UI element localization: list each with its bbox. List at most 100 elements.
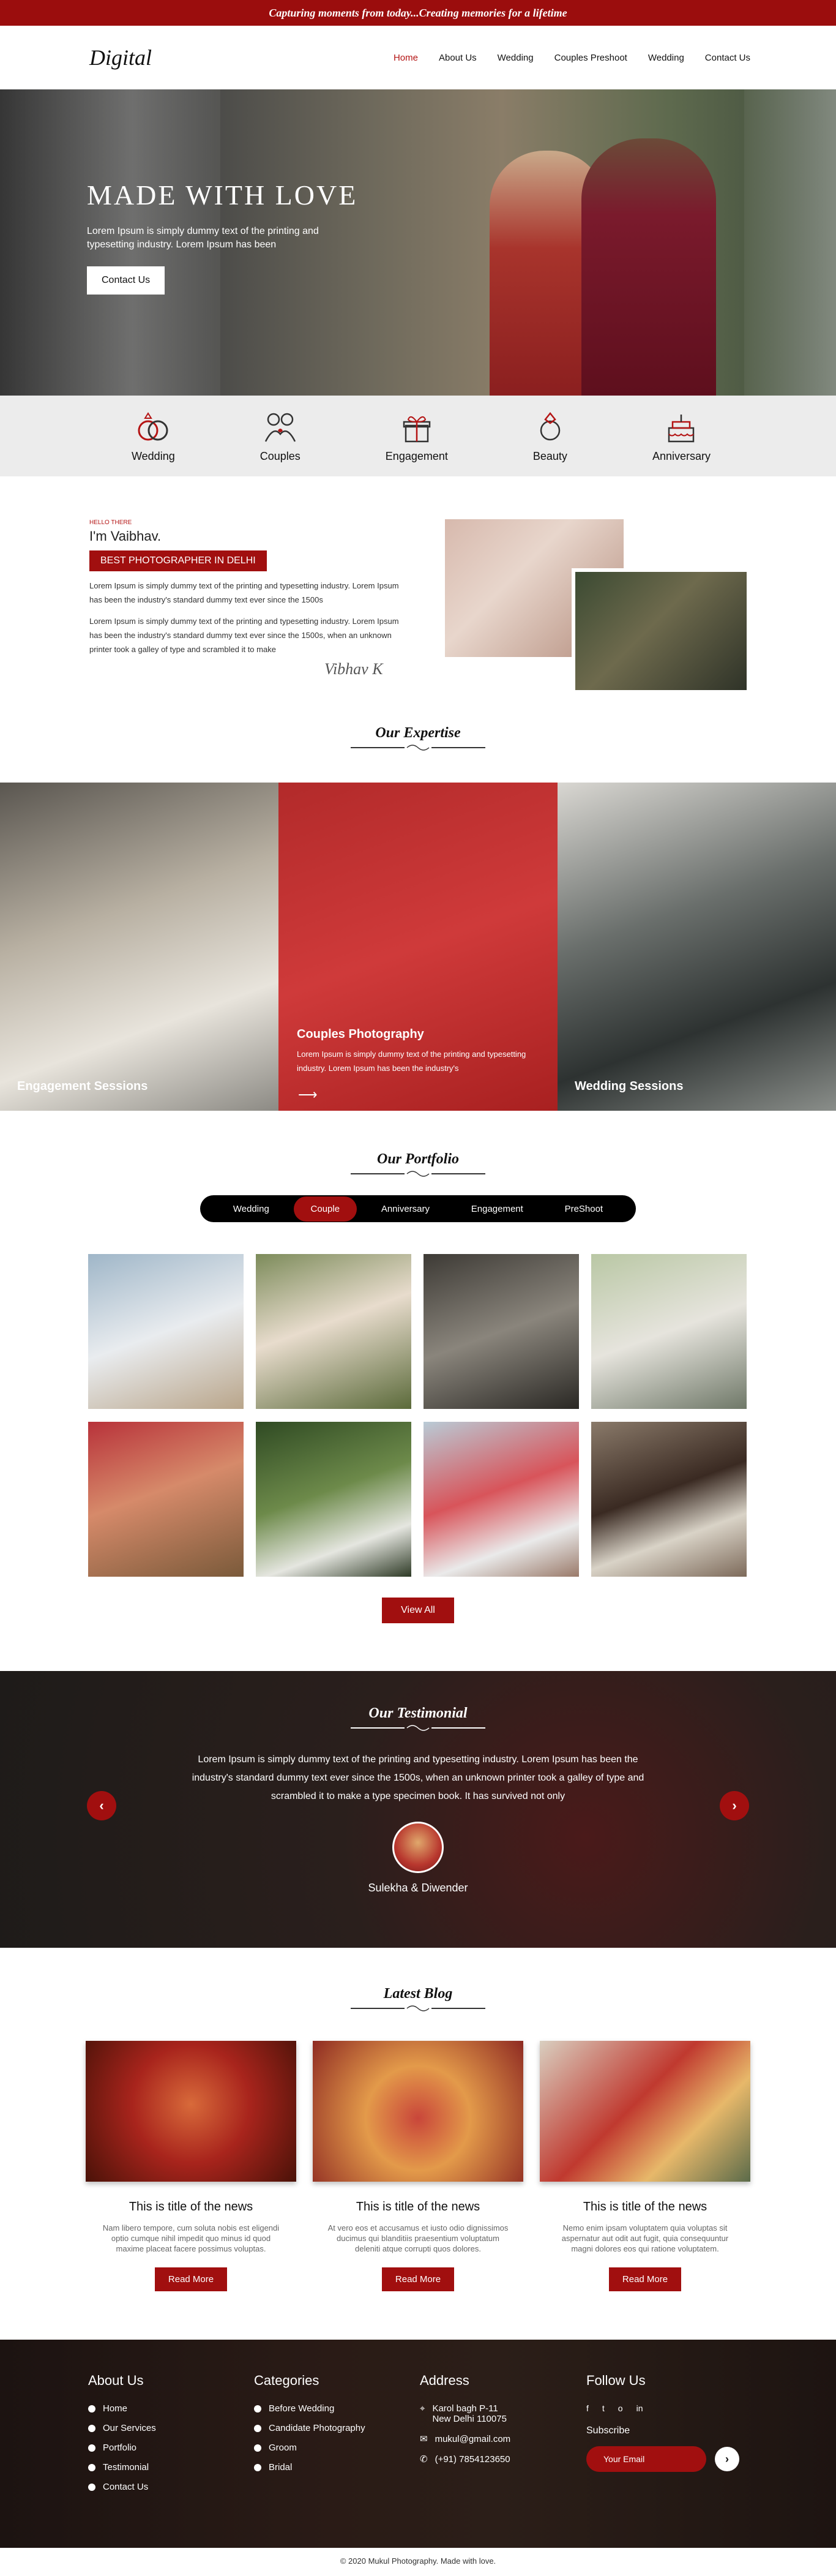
tab-couple[interactable]: Couple [293,1196,357,1222]
photographer-name: I'm Vaibhav. [89,528,162,544]
facebook-icon[interactable]: f [586,2403,589,2413]
gallery-image[interactable] [424,1254,579,1409]
arrow-right-icon[interactable]: ⟶ [298,1087,318,1103]
service-wedding[interactable]: Wedding [132,410,175,463]
linkedin-icon[interactable]: in [636,2403,643,2413]
tab-wedding[interactable]: Wedding [216,1196,286,1222]
nav-item-home[interactable]: Home [394,53,418,63]
address-line: ⌖ Karol bagh P-11 New Delhi 110075 [420,2403,510,2424]
expertise-panels: Engagement Sessions Couples Photography … [0,783,836,1111]
footer-link-label: Home [103,2403,128,2414]
nav-item-wedding[interactable]: Wedding [498,53,534,63]
signature: Vibhav K [324,660,383,678]
section-title: Our Expertise [375,725,461,741]
footer-link-candidate-photography[interactable]: Candidate Photography [254,2423,365,2433]
blog-title[interactable]: This is title of the news [540,2200,750,2214]
camera-icon [88,2424,95,2432]
camera-icon [88,2463,95,2471]
service-anniversary[interactable]: Anniversary [652,410,711,463]
hero-groom-figure [581,138,716,396]
twitter-icon[interactable]: t [602,2403,605,2413]
tab-anniversary[interactable]: Anniversary [364,1196,447,1222]
section-title: Our Testimonial [368,1705,468,1721]
footer-link-label: Bridal [269,2462,293,2473]
footer-link-bridal[interactable]: Bridal [254,2462,365,2473]
footer-link-groom[interactable]: Groom [254,2443,365,2453]
expertise-label: Wedding Sessions [575,1080,684,1093]
subscribe-label: Subscribe [586,2425,630,2436]
footer-link-before-wedding[interactable]: Before Wedding [254,2403,365,2414]
chevron-left-icon[interactable]: ‹ [87,1791,116,1820]
about-section: HELLO THERE I'm Vaibhav. BEST PHOTOGRAPH… [0,476,836,721]
email-field[interactable]: Your Email [586,2446,706,2472]
tab-engagement[interactable]: Engagement [454,1196,540,1222]
blog-excerpt: Nemo enim ipsam voluptatem quia voluptas… [561,2223,729,2253]
best-photographer-badge: BEST PHOTOGRAPHER IN DELHI [89,550,267,571]
footer-link-testimonial[interactable]: Testimonial [88,2462,156,2473]
blog-title[interactable]: This is title of the news [313,2200,523,2214]
hello-label: HELLO THERE [89,519,132,526]
instagram-icon[interactable]: o [618,2403,623,2413]
gallery-image[interactable] [256,1422,411,1577]
footer-address-column: Address ⌖ Karol bagh P-11 New Delhi 110075… [420,2373,510,2474]
divider-ornament-icon [351,1171,485,1177]
hero-title: MADE WITH LOVE [87,179,358,211]
footer-link-our-services[interactable]: Our Services [88,2423,156,2433]
testimonial-heading: Our Testimonial [0,1671,836,1735]
gallery-image[interactable] [591,1422,747,1577]
gallery-image[interactable] [88,1422,244,1577]
footer-link-contact-us[interactable]: Contact Us [88,2482,156,2492]
location-pin-icon: ⌖ [420,2403,425,2414]
footer-categories-column: Categories Before Wedding Candidate Phot… [254,2373,365,2482]
gift-icon [403,416,431,442]
contact-us-button[interactable]: Contact Us [87,266,165,295]
blog-cards: This is title of the news Nam libero tem… [86,2041,750,2291]
chevron-right-icon[interactable]: › [720,1791,749,1820]
gallery-image[interactable] [88,1254,244,1409]
expertise-couples-panel[interactable]: Couples Photography Lorem Ipsum is simpl… [278,783,558,1111]
gallery-image[interactable] [424,1422,579,1577]
about-photo-couple [572,568,750,694]
divider-ornament-icon [351,1725,485,1731]
testimonial-section: Our Testimonial Lorem Ipsum is simply du… [0,1671,836,1948]
nav-item-couples-preshoot[interactable]: Couples Preshoot [554,53,627,63]
gallery-image[interactable] [591,1254,747,1409]
cake-icon [668,414,695,442]
nav-menu: Home About Us Wedding Couples Preshoot W… [394,53,750,63]
blog-title[interactable]: This is title of the news [86,2200,296,2214]
footer-link-portfolio[interactable]: Portfolio [88,2443,156,2453]
service-label: Wedding [132,449,175,462]
footer-link-home[interactable]: Home [88,2403,156,2414]
tab-preshoot[interactable]: PreShoot [548,1196,621,1222]
nav-item-contact-us[interactable]: Contact Us [705,53,750,63]
couple-icon [264,413,296,442]
read-more-button[interactable]: Read More [608,2267,682,2291]
blog-image[interactable] [313,2041,523,2182]
arrow-right-icon[interactable]: › [715,2447,739,2471]
footer-heading: Categories [254,2373,319,2388]
footer-link-label: Portfolio [103,2443,137,2453]
nav-item-about-us[interactable]: About Us [439,53,477,63]
nav-item-wedding-2[interactable]: Wedding [648,53,684,63]
view-all-button[interactable]: View All [382,1598,454,1623]
phone-number: (+91) 7854123650 [435,2454,510,2465]
footer-link-label: Before Wedding [269,2403,335,2414]
tagline-text: Capturing moments from today...Creating … [269,6,567,19]
expertise-title: Couples Photography [297,1027,424,1041]
address-line-1: Karol bagh P-11 [432,2403,498,2414]
phone-line[interactable]: ✆ (+91) 7854123650 [420,2454,510,2465]
expertise-engagement-panel[interactable]: Engagement Sessions [0,783,278,1111]
portfolio-gallery [88,1254,748,1577]
read-more-button[interactable]: Read More [381,2267,455,2291]
gallery-image[interactable] [256,1254,411,1409]
address-line-2: New Delhi 110075 [432,2414,507,2424]
email-line[interactable]: ✉ mukul@gmail.com [420,2433,510,2445]
read-more-button[interactable]: Read More [154,2267,228,2291]
blog-image[interactable] [86,2041,296,2182]
expertise-wedding-panel[interactable]: Wedding Sessions [558,783,836,1111]
site-logo[interactable]: Digital [89,45,152,70]
service-beauty[interactable]: Beauty [533,410,567,463]
service-couples[interactable]: Couples [260,410,300,463]
service-engagement[interactable]: Engagement [386,410,448,463]
blog-image[interactable] [540,2041,750,2182]
